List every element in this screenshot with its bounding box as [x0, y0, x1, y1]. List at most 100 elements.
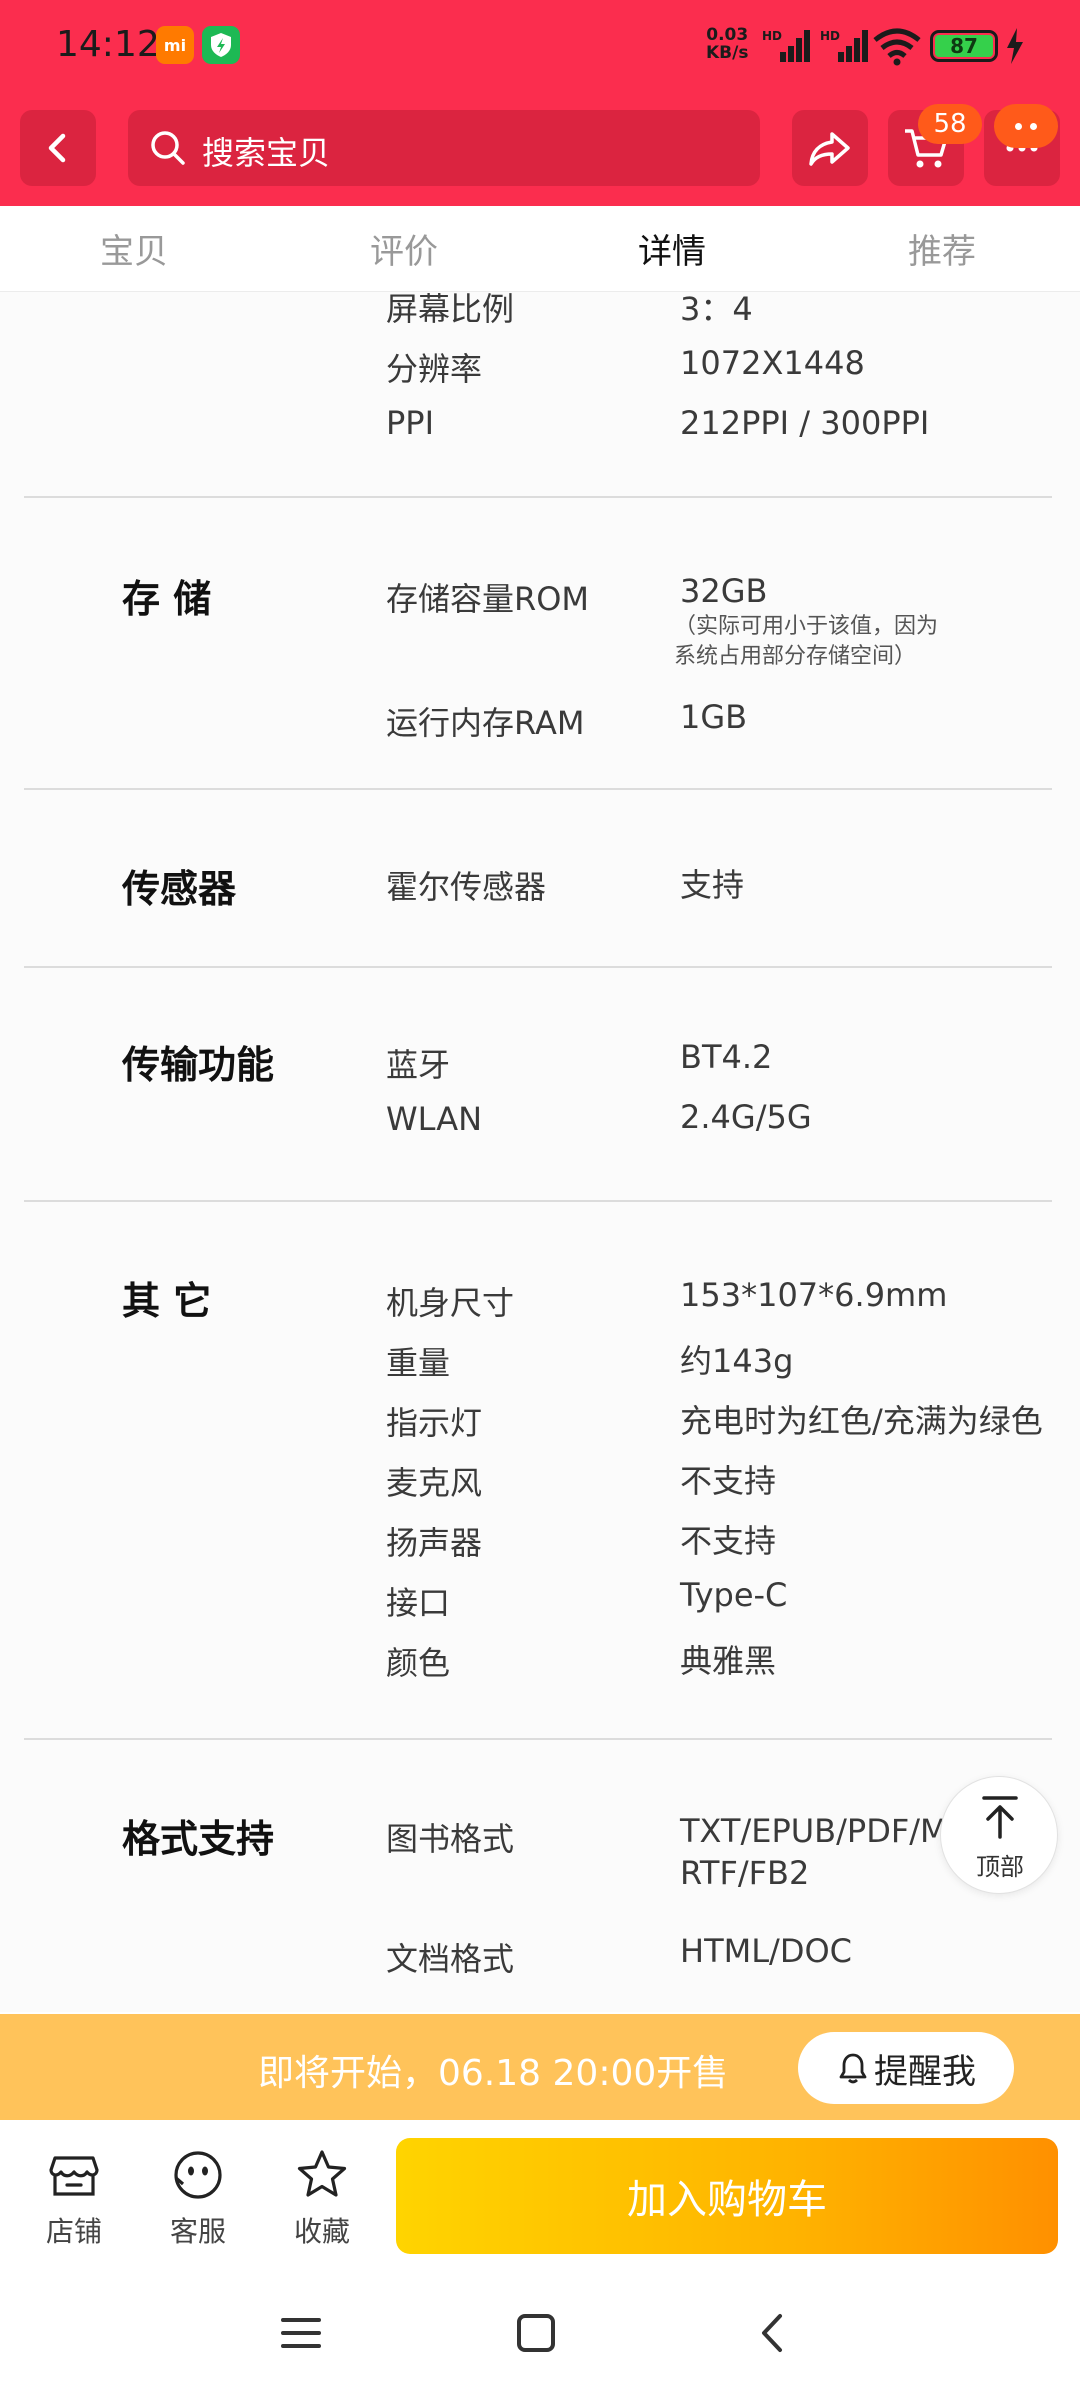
spec-label: 分辨率	[386, 350, 483, 388]
mi-app-icon: mi	[156, 26, 194, 64]
spec-label: 接口	[386, 1584, 451, 1622]
signal-1-hd-label: HD	[762, 29, 782, 43]
back-to-top-button[interactable]: 顶部	[940, 1776, 1058, 1894]
cart-count-badge: 58	[918, 104, 982, 144]
service-label: 客服	[169, 2215, 226, 2248]
storage-note: 系统占用部分存储空间）	[674, 644, 917, 669]
favorite-label: 收藏	[293, 2215, 350, 2248]
add-to-cart-button[interactable]: 加入购物车	[396, 2138, 1058, 2254]
spec-value: BT4.2	[680, 1038, 773, 1076]
net-speed: 0.03 KB/s	[706, 26, 748, 62]
divider	[24, 1738, 1052, 1740]
spec-value: RTF/FB2	[680, 1854, 810, 1892]
signal-icon: HD	[820, 28, 872, 68]
charging-icon	[1006, 28, 1024, 68]
status-bar: 14:12 mi 0.03 KB/s HD HD 87	[0, 0, 1080, 100]
spec-label: 霍尔传感器	[386, 868, 547, 906]
spec-label: 图书格式	[386, 1820, 515, 1858]
sale-start-text: 即将开始，06.18 20:00开售	[258, 2053, 729, 2094]
spec-value: 约143g	[680, 1342, 794, 1380]
back-icon	[48, 133, 66, 163]
spec-label: 重量	[386, 1344, 451, 1382]
spec-value: 2.4G/5G	[680, 1098, 812, 1136]
spec-label: 机身尺寸	[386, 1284, 515, 1322]
section-title-transfer: 传输功能	[122, 1043, 275, 1087]
spec-value: 不支持	[680, 1462, 777, 1500]
spec-label: 指示灯	[386, 1404, 483, 1442]
remind-me-label: 提醒我	[874, 2051, 976, 2092]
divider	[24, 496, 1052, 498]
net-speed-value: 0.03	[706, 25, 749, 45]
spec-label: 运行内存RAM	[386, 704, 585, 742]
spec-value: 充电时为红色/充满为绿色	[680, 1402, 1043, 1440]
spec-label: 颜色	[386, 1644, 451, 1682]
sale-banner: 即将开始，06.18 20:00开售 提醒我	[0, 2014, 1080, 2120]
favorite-button[interactable]: 收藏	[272, 2146, 372, 2250]
spec-value: 1072X1448	[680, 344, 865, 382]
star-icon	[297, 2150, 347, 2197]
share-button[interactable]	[792, 110, 868, 186]
tab-reviews[interactable]: 评价	[370, 224, 438, 273]
shop-button[interactable]: 店铺	[24, 2146, 124, 2250]
storage-note: （实际可用小于该值，因为	[674, 614, 939, 639]
remind-me-button[interactable]: 提醒我	[798, 2032, 1014, 2104]
section-title-sensor: 传感器	[122, 867, 237, 911]
spec-value: 典雅黑	[680, 1642, 777, 1680]
search-icon	[148, 128, 188, 172]
spec-label: 文档格式	[386, 1940, 515, 1978]
menu-icon[interactable]	[280, 2312, 322, 2358]
shield-icon	[202, 26, 240, 64]
spec-value: 212PPI / 300PPI	[680, 404, 930, 442]
divider	[24, 788, 1052, 790]
home-icon[interactable]	[515, 2312, 557, 2358]
shop-label: 店铺	[45, 2215, 102, 2248]
share-icon	[809, 132, 850, 166]
battery-level: 87	[935, 35, 993, 57]
spec-value: Type-C	[680, 1576, 788, 1614]
spec-value: HTML/DOC	[680, 1932, 852, 1970]
net-speed-unit: KB/s	[706, 43, 749, 63]
tab-details[interactable]: 详情	[638, 224, 706, 273]
back-button[interactable]	[20, 110, 96, 186]
spec-label: 存储容量ROM	[386, 580, 590, 618]
spec-sheet: 屏幕比例 3：4 分辨率 1072X1448 PPI 212PPI / 300P…	[0, 292, 1080, 2012]
status-time: 14:12	[56, 24, 160, 65]
shop-icon	[49, 2156, 99, 2196]
divider	[24, 966, 1052, 968]
arrow-up-icon	[982, 1796, 1018, 1839]
spec-label: WLAN	[386, 1100, 483, 1138]
search-input[interactable]: 搜索宝贝	[128, 110, 760, 186]
spec-value: 32GB	[680, 572, 768, 610]
spec-label: 麦克风	[386, 1464, 483, 1502]
spec-label: PPI	[386, 404, 435, 442]
search-placeholder: 搜索宝贝	[202, 134, 331, 172]
system-navigation-bar	[0, 2270, 1080, 2400]
section-title-format: 格式支持	[122, 1817, 275, 1861]
top-nav: 搜索宝贝	[0, 100, 1080, 206]
system-back-icon[interactable]	[752, 2312, 794, 2358]
spec-label: 屏幕比例	[386, 292, 515, 328]
section-title-storage: 存 储	[122, 577, 212, 621]
spec-value: 支持	[680, 866, 745, 904]
message-dot-badge	[994, 104, 1058, 148]
divider	[24, 1200, 1052, 1202]
spec-value: 153*107*6.9mm	[680, 1276, 948, 1314]
tab-recommend[interactable]: 推荐	[908, 224, 976, 273]
tab-item[interactable]: 宝贝	[100, 224, 168, 273]
spec-label: 蓝牙	[386, 1046, 451, 1084]
spec-label: 扬声器	[386, 1524, 483, 1562]
bottom-action-bar: 店铺 客服 收藏 加入购物车	[0, 2120, 1080, 2270]
section-title-other: 其 它	[122, 1279, 212, 1323]
signal-2-hd-label: HD	[820, 29, 840, 43]
spec-value: 3：4	[680, 292, 753, 328]
spec-value: 1GB	[680, 698, 748, 736]
signal-icon: HD	[762, 28, 814, 68]
bell-icon	[839, 2053, 867, 2084]
tab-bar: 宝贝 评价 详情 推荐	[0, 206, 1080, 292]
wifi-icon	[872, 26, 922, 70]
service-icon	[174, 2151, 222, 2199]
customer-service-button[interactable]: 客服	[148, 2146, 248, 2250]
back-to-top-label: 顶部	[976, 1853, 1024, 1881]
battery-indicator: 87	[930, 30, 998, 62]
spec-value: 不支持	[680, 1522, 777, 1560]
